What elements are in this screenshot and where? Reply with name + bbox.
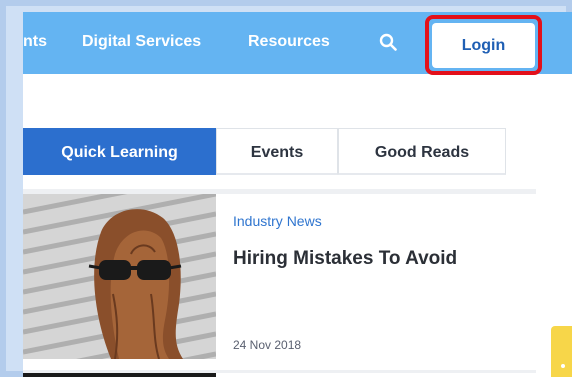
login-highlight-outline xyxy=(425,15,542,75)
screenshot-frame: nts Digital Services Resources Login Qui… xyxy=(0,0,572,377)
nav-item-events[interactable]: nts xyxy=(23,31,47,53)
nav-item-resources[interactable]: Resources xyxy=(248,31,330,53)
tab-good-reads[interactable]: Good Reads xyxy=(338,128,506,175)
feedback-widget[interactable] xyxy=(551,326,572,377)
tab-events[interactable]: Events xyxy=(216,128,338,175)
article-image xyxy=(23,194,216,359)
widget-dot-icon xyxy=(561,364,565,368)
article-date: 24 Nov 2018 xyxy=(233,338,302,352)
nav-item-digital-services[interactable]: Digital Services xyxy=(82,31,201,53)
article-thumbnail[interactable] xyxy=(23,194,216,359)
next-article-thumbnail[interactable] xyxy=(23,373,216,377)
search-icon[interactable] xyxy=(379,33,397,51)
content-tabs: Quick Learning Events Good Reads xyxy=(23,128,536,175)
article-category[interactable]: Industry News xyxy=(233,213,322,229)
top-navigation-bar: nts Digital Services Resources Login xyxy=(23,12,572,75)
article-title[interactable]: Hiring Mistakes To Avoid xyxy=(233,248,457,270)
page: nts Digital Services Resources Login Qui… xyxy=(23,12,572,377)
tab-quick-learning[interactable]: Quick Learning xyxy=(23,128,216,175)
